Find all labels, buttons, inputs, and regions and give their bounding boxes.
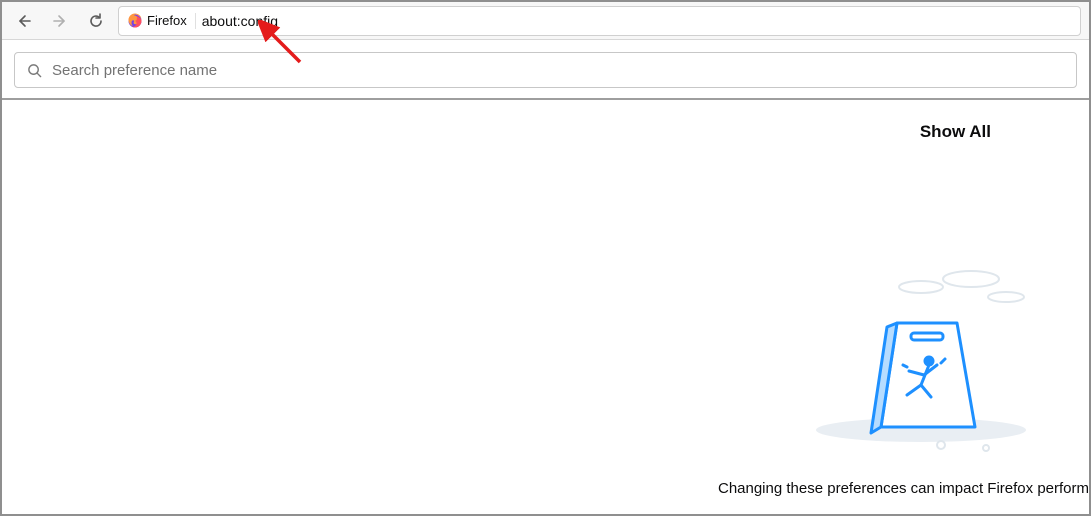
back-button[interactable] <box>10 7 38 35</box>
url-text: about:config <box>202 13 278 29</box>
reload-button[interactable] <box>82 7 110 35</box>
browser-toolbar: Firefox about:config <box>2 2 1089 40</box>
firefox-brand-chip: Firefox <box>127 13 196 29</box>
search-section <box>2 40 1089 100</box>
reload-icon <box>88 13 104 29</box>
content-area: Show All Changing these preferences can … <box>2 100 1089 514</box>
url-bar[interactable]: Firefox about:config <box>118 6 1081 36</box>
arrow-right-icon <box>52 13 68 29</box>
search-input[interactable] <box>52 62 1064 79</box>
show-all-button[interactable]: Show All <box>920 122 991 142</box>
caution-illustration-icon <box>811 255 1041 455</box>
warning-text: Changing these preferences can impact Fi… <box>718 480 1089 497</box>
search-box[interactable] <box>14 52 1077 88</box>
arrow-left-icon <box>16 13 32 29</box>
brand-label: Firefox <box>147 13 187 28</box>
forward-button[interactable] <box>46 7 74 35</box>
search-icon <box>27 63 42 78</box>
firefox-icon <box>127 13 143 29</box>
